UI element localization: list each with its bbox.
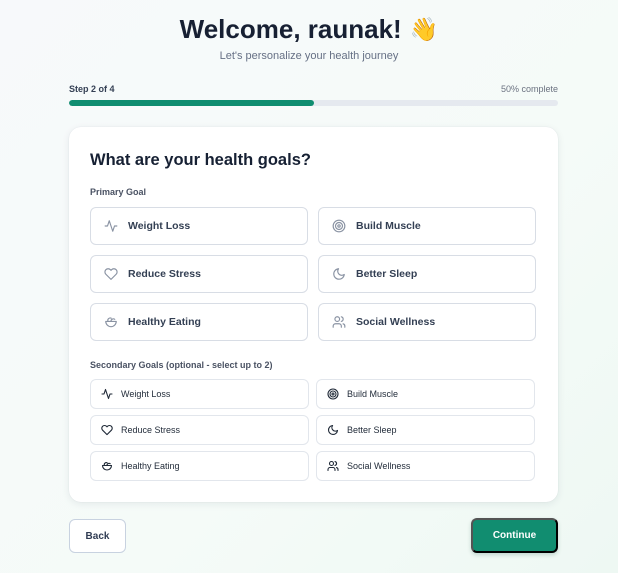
goal-label: Weight Loss — [121, 389, 171, 399]
secondary-goal-weight-loss[interactable]: Weight Loss — [90, 379, 309, 409]
page-title-text: Welcome, raunak! — [179, 13, 402, 44]
primary-goal-build-muscle[interactable]: Build Muscle — [318, 207, 536, 245]
primary-goal-weight-loss[interactable]: Weight Loss — [90, 207, 308, 245]
goal-label: Social Wellness — [356, 316, 436, 328]
continue-button[interactable]: Continue — [471, 518, 558, 553]
activity-icon — [104, 219, 118, 233]
primary-goal-healthy-eating[interactable]: Healthy Eating — [90, 303, 308, 341]
goal-label: Healthy Eating — [128, 316, 201, 328]
secondary-goals-label: Secondary Goals (optional - select up to… — [90, 360, 273, 370]
step-indicator: Step 2 of 4 — [69, 84, 115, 94]
back-button[interactable]: Back — [69, 519, 126, 553]
goal-label: Build Muscle — [347, 389, 399, 399]
waving-hand-icon: 👋 — [409, 15, 439, 42]
salad-icon — [104, 315, 118, 329]
users-icon — [332, 315, 346, 329]
target-icon — [327, 388, 339, 400]
heart-icon — [104, 267, 118, 281]
goal-label: Reduce Stress — [121, 425, 181, 435]
secondary-goal-build-muscle[interactable]: Build Muscle — [316, 379, 535, 409]
secondary-goal-social-wellness[interactable]: Social Wellness — [316, 451, 535, 481]
goal-label: Weight Loss — [128, 220, 191, 232]
goal-label: Reduce Stress — [128, 268, 201, 280]
primary-goal-reduce-stress[interactable]: Reduce Stress — [90, 255, 308, 293]
heart-icon — [101, 424, 113, 436]
primary-goal-better-sleep[interactable]: Better Sleep — [318, 255, 536, 293]
primary-goal-social-wellness[interactable]: Social Wellness — [318, 303, 536, 341]
secondary-goal-reduce-stress[interactable]: Reduce Stress — [90, 415, 309, 445]
goal-label: Social Wellness — [347, 461, 411, 471]
salad-icon — [101, 460, 113, 472]
moon-icon — [327, 424, 339, 436]
progress-bar — [69, 100, 558, 106]
page-subtitle: Let's personalize your health journey — [219, 50, 399, 62]
moon-icon — [332, 267, 346, 281]
secondary-goal-better-sleep[interactable]: Better Sleep — [316, 415, 535, 445]
primary-goal-label: Primary Goal — [90, 187, 147, 197]
progress-percent: 50% complete — [500, 84, 558, 94]
goal-label: Healthy Eating — [121, 461, 180, 471]
goal-label: Better Sleep — [347, 425, 397, 435]
page-title: Welcome, raunak! 👋 — [180, 12, 439, 46]
progress-bar-fill — [69, 100, 314, 106]
activity-icon — [101, 388, 113, 400]
card-title: What are your health goals? — [90, 151, 311, 169]
progress-meta: Step 2 of 4 50% complete — [69, 84, 558, 96]
secondary-goal-healthy-eating[interactable]: Healthy Eating — [90, 451, 309, 481]
welcome-header: Welcome, raunak! 👋 Let's personalize you… — [0, 12, 618, 63]
goal-label: Build Muscle — [356, 220, 421, 232]
target-icon — [332, 219, 346, 233]
goal-label: Better Sleep — [356, 268, 418, 280]
health-goals-card: What are your health goals? Primary Goal… — [69, 127, 558, 502]
users-icon — [327, 460, 339, 472]
